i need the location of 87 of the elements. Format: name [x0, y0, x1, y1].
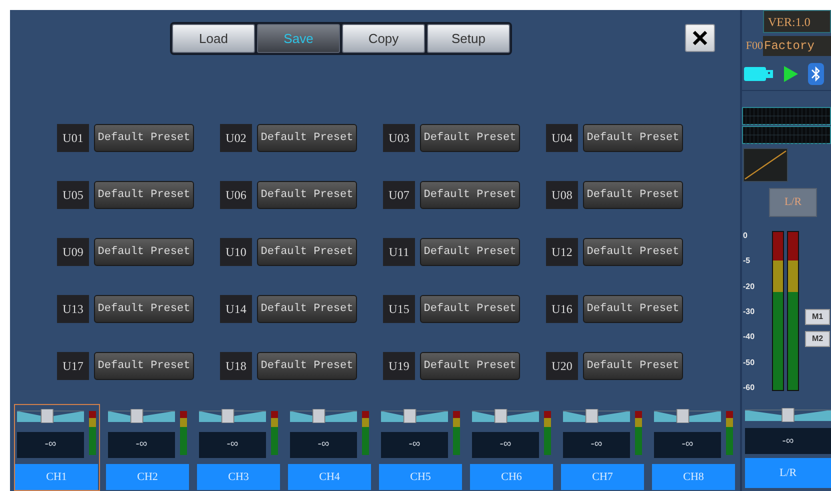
fader-thumb[interactable] [40, 409, 54, 423]
scale-label: -30 [743, 306, 756, 317]
value-display: -∞ [381, 432, 448, 458]
scale-label: 0 [743, 231, 748, 241]
slot-label: U07 [383, 181, 415, 209]
play-icon[interactable] [784, 66, 798, 82]
fader-thumb[interactable] [676, 409, 690, 423]
preset-button[interactable]: Default Preset [420, 295, 520, 323]
slot-label: U06 [220, 181, 252, 209]
level-meter [635, 411, 642, 455]
meter-button[interactable]: M2 [805, 331, 830, 347]
preset-button[interactable]: Default Preset [94, 352, 194, 380]
value-display: -∞ [290, 432, 357, 458]
preset-button[interactable]: Default Preset [583, 238, 683, 266]
preset-button[interactable]: Default Preset [94, 181, 194, 209]
curve-display [743, 148, 788, 182]
preset-button[interactable]: Default Preset [583, 124, 683, 152]
level-meter [271, 411, 278, 455]
slot-label: U18 [220, 352, 252, 380]
slot-label: U12 [546, 238, 578, 266]
preset-button[interactable]: Default Preset [257, 352, 357, 380]
preset-button[interactable]: Default Preset [583, 295, 683, 323]
fader-thumb[interactable] [782, 408, 794, 422]
slot-label: U08 [546, 181, 578, 209]
bluetooth-icon[interactable] [808, 63, 824, 85]
fader-thumb[interactable] [312, 409, 326, 423]
fader-thumb[interactable] [403, 409, 416, 423]
tab[interactable]: Copy [342, 24, 425, 53]
slot-label: U11 [383, 238, 415, 266]
value-display: -∞ [17, 432, 84, 458]
preset-button[interactable]: Default Preset [257, 124, 357, 152]
slot-label: U17 [57, 352, 89, 380]
preset-button[interactable]: Default Preset [94, 295, 194, 323]
level-meter [453, 411, 460, 455]
value-display: -∞ [199, 432, 266, 458]
slot-label: U15 [383, 295, 415, 323]
slot-label: U01 [57, 124, 89, 152]
level-meter [726, 411, 733, 455]
value-display: -∞ [472, 432, 539, 458]
tab[interactable]: Load [172, 24, 255, 53]
usb-drive-icon[interactable] [744, 66, 774, 82]
preset-button[interactable]: Default Preset [420, 352, 520, 380]
preset-button[interactable]: Default Preset [257, 295, 357, 323]
slot-label: U13 [57, 295, 89, 323]
close-icon [692, 30, 708, 46]
preset-button[interactable]: Default Preset [420, 238, 520, 266]
preset-button[interactable]: Default Preset [94, 124, 194, 152]
slot-label: U16 [546, 295, 578, 323]
slot-label: U14 [220, 295, 252, 323]
value-display: -∞ [745, 428, 831, 454]
slot-label: U05 [57, 181, 89, 209]
fader-thumb[interactable] [130, 409, 144, 423]
value-display: -∞ [108, 432, 175, 458]
slot-label: U10 [220, 238, 252, 266]
value-display: -∞ [563, 432, 630, 458]
level-meter [362, 411, 369, 455]
scale-label: -40 [743, 332, 756, 342]
level-meter [89, 411, 96, 455]
slot-label: U09 [57, 238, 89, 266]
level-meter [544, 411, 551, 455]
scale-label: -60 [743, 382, 756, 393]
scale-label: -20 [743, 282, 756, 292]
version-display: VER:1.0 [763, 10, 831, 33]
preset-button[interactable]: Default Preset [257, 238, 357, 266]
level-meter [180, 411, 187, 455]
fader-thumb[interactable] [221, 409, 234, 423]
meter-button[interactable]: M1 [805, 309, 830, 325]
fader-thumb[interactable] [585, 409, 598, 423]
tab[interactable]: Setup [427, 24, 510, 53]
preset-button[interactable]: Default Preset [257, 181, 357, 209]
slot-label: U04 [546, 124, 578, 152]
preset-button[interactable]: Default Preset [583, 181, 683, 209]
slot-label: U03 [383, 124, 415, 152]
scale-label: -50 [743, 358, 756, 368]
preset-button[interactable]: Default Preset [420, 124, 520, 152]
fader-thumb[interactable] [494, 409, 508, 423]
preset-button[interactable]: Default Preset [94, 238, 194, 266]
value-display: -∞ [654, 432, 721, 458]
scale-label: -5 [743, 256, 752, 266]
preset-button[interactable]: Default Preset [583, 352, 683, 380]
preset-number: F00 [744, 38, 763, 54]
slot-label: U19 [383, 352, 415, 380]
close-button[interactable] [685, 24, 715, 52]
slot-label: U20 [546, 352, 578, 380]
slot-label: U02 [220, 124, 252, 152]
preset-name-display: Factory [763, 36, 831, 56]
preset-button[interactable]: Default Preset [420, 181, 520, 209]
